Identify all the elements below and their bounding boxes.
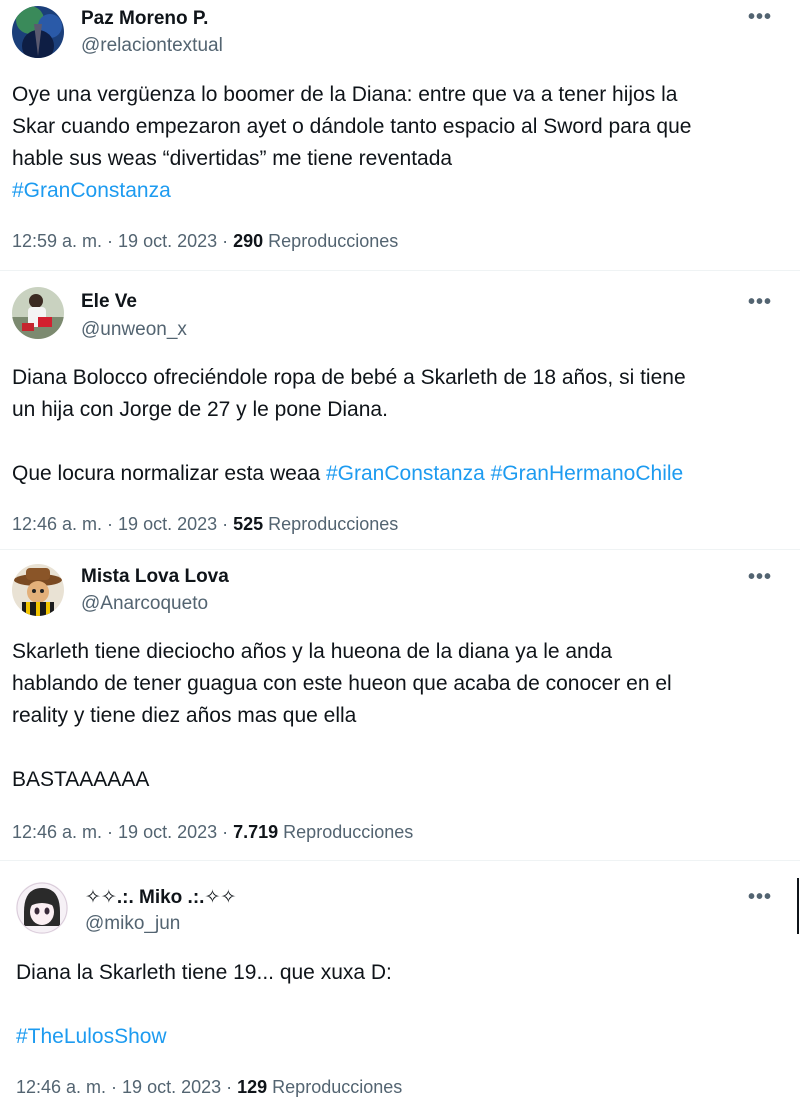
view-count: 525 [233, 514, 264, 534]
tweet: Mista Lova Lova @Anarcoqueto ••• Skarlet… [0, 556, 800, 856]
text-line: hable sus weas “divertidas” me tiene rev… [12, 143, 780, 175]
text-line: #GranConstanza [12, 175, 780, 207]
view-count: 7.719 [233, 822, 279, 842]
tweet-meta: 12:46 a. m. · 19 oct. 2023 · 129 Reprodu… [16, 1077, 402, 1098]
views-label: Reproducciones [263, 231, 399, 251]
tweet-text: Diana la Skarleth tiene 19... que xuxa D… [16, 957, 780, 1053]
view-count: 129 [237, 1077, 268, 1097]
timestamp[interactable]: 12:46 a. m. · 19 oct. 2023 · [12, 822, 233, 842]
hashtag-link[interactable]: #GranHermanoChile [491, 462, 684, 485]
display-name[interactable]: ✧✧.:. Miko .:.✧✧ [85, 886, 236, 909]
text-segment: Diana la Skarleth tiene 19... que xuxa D… [16, 961, 392, 984]
text-segment: un hija con Jorge de 27 y le pone Diana. [12, 398, 388, 421]
tweet-text: Diana Bolocco ofreciéndole ropa de bebé … [12, 362, 780, 490]
timestamp[interactable]: 12:59 a. m. · 19 oct. 2023 · [12, 231, 233, 251]
tweet-meta: 12:46 a. m. · 19 oct. 2023 · 7.719 Repro… [12, 822, 413, 843]
divider [0, 549, 800, 550]
text-line: un hija con Jorge de 27 y le pone Diana. [12, 394, 780, 426]
text-line: Skarleth tiene dieciocho años y la hueon… [12, 636, 780, 668]
text-line: Diana la Skarleth tiene 19... que xuxa D… [16, 957, 780, 989]
divider [0, 860, 800, 861]
more-options-icon[interactable]: ••• [748, 886, 772, 909]
view-count: 290 [233, 231, 264, 251]
more-options-icon[interactable]: ••• [748, 6, 772, 29]
text-line: BASTAAAAAA [12, 764, 780, 796]
scrollbar[interactable] [797, 878, 799, 934]
user-handle[interactable]: @Anarcoqueto [81, 593, 208, 615]
more-options-icon[interactable]: ••• [748, 566, 772, 589]
display-name[interactable]: Ele Ve [81, 291, 137, 313]
text-line: hablando de tener guagua con este hueon … [12, 668, 780, 700]
text-segment: hable sus weas “divertidas” me tiene rev… [12, 147, 453, 170]
text-line: Oye una vergüenza lo boomer de la Diana:… [12, 79, 780, 111]
avatar[interactable] [12, 287, 64, 339]
display-name[interactable]: Mista Lova Lova [81, 566, 229, 588]
hashtag-link[interactable]: #GranConstanza [12, 179, 171, 202]
views-label: Reproducciones [267, 1077, 403, 1097]
hashtag-link[interactable]: #GranConstanza [326, 462, 485, 485]
hashtag-link[interactable]: #TheLulosShow [16, 1025, 167, 1048]
text-segment: reality y tiene diez años mas que ella [12, 704, 357, 727]
text-line: Que locura normalizar esta weaa #GranCon… [12, 458, 780, 490]
text-segment: hablando de tener guagua con este hueon … [12, 672, 672, 695]
tweet: Paz Moreno P. @relaciontextual ••• Oye u… [0, 0, 800, 270]
views-label: Reproducciones [278, 822, 414, 842]
text-segment: BASTAAAAAA [12, 768, 150, 791]
text-line: Diana Bolocco ofreciéndole ropa de bebé … [12, 362, 780, 394]
tweet-meta: 12:59 a. m. · 19 oct. 2023 · 290 Reprodu… [12, 231, 398, 252]
user-handle[interactable]: @relaciontextual [81, 35, 223, 57]
tweet-text: Oye una vergüenza lo boomer de la Diana:… [12, 79, 780, 207]
avatar[interactable] [12, 564, 64, 616]
display-name[interactable]: Paz Moreno P. [81, 8, 208, 30]
text-segment: Diana Bolocco ofreciéndole ropa de bebé … [12, 366, 686, 389]
user-handle[interactable]: @miko_jun [85, 913, 180, 935]
text-line: Skar cuando empezaron ayet o dándole tan… [12, 111, 780, 143]
user-handle[interactable]: @unweon_x [81, 319, 187, 341]
text-line: #TheLulosShow [16, 1021, 780, 1053]
tweet: Ele Ve @unweon_x ••• Diana Bolocco ofrec… [0, 281, 800, 546]
timestamp[interactable]: 12:46 a. m. · 19 oct. 2023 · [16, 1077, 237, 1097]
views-label: Reproducciones [263, 514, 399, 534]
text-segment: Skar cuando empezaron ayet o dándole tan… [12, 115, 692, 138]
avatar[interactable] [16, 882, 68, 934]
timestamp[interactable]: 12:46 a. m. · 19 oct. 2023 · [12, 514, 233, 534]
tweet: ✧✧.:. Miko .:.✧✧ @miko_jun ••• Diana la … [0, 868, 800, 1114]
tweet-meta: 12:46 a. m. · 19 oct. 2023 · 525 Reprodu… [12, 514, 398, 535]
text-segment: Que locura normalizar esta weaa [12, 462, 326, 485]
tweet-text: Skarleth tiene dieciocho años y la hueon… [12, 636, 780, 796]
text-line: reality y tiene diez años mas que ella [12, 700, 780, 732]
text-segment: Oye una vergüenza lo boomer de la Diana:… [12, 83, 678, 106]
divider [0, 270, 800, 271]
text-segment: Skarleth tiene dieciocho años y la hueon… [12, 640, 613, 663]
avatar[interactable] [12, 6, 64, 58]
more-options-icon[interactable]: ••• [748, 291, 772, 314]
